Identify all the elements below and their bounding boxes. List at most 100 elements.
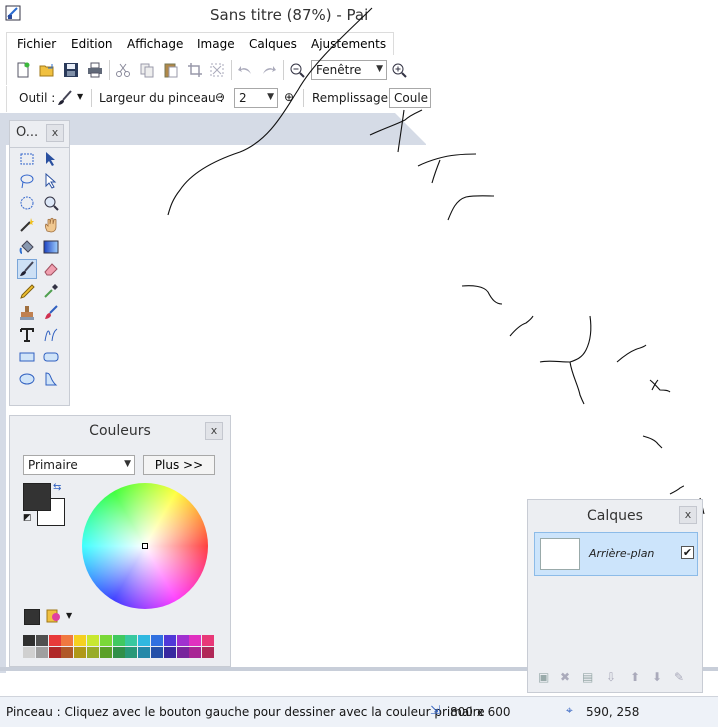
palette-swatch[interactable] <box>138 635 151 646</box>
recolor-icon[interactable] <box>41 303 61 323</box>
palette-menu-icon[interactable]: ▼ <box>66 611 72 620</box>
move-selected-icon[interactable] <box>41 171 61 191</box>
palette-swatch[interactable] <box>189 635 202 646</box>
palette-swatch[interactable] <box>151 647 163 658</box>
palette-swatch[interactable] <box>112 635 125 646</box>
pan-hand-icon[interactable] <box>41 215 61 235</box>
colors-close-button[interactable]: x <box>205 422 223 440</box>
brush-stroke <box>509 315 534 337</box>
palette-swatch[interactable] <box>35 635 48 646</box>
paint-bucket-icon[interactable] <box>17 237 37 257</box>
palette-swatch[interactable] <box>99 635 112 646</box>
cursor-position-icon: ⌖ <box>566 703 573 717</box>
layer-thumbnail <box>540 538 580 570</box>
cursor-position: 590, 258 <box>586 705 640 719</box>
palette-swatch[interactable] <box>35 647 48 658</box>
palette-swatch[interactable] <box>112 647 125 658</box>
brush-stroke <box>616 344 647 363</box>
layer-item[interactable]: Arrière-plan ✔ <box>534 532 698 576</box>
pencil-icon[interactable] <box>17 281 37 301</box>
rounded-rectangle-icon[interactable] <box>41 347 61 367</box>
add-color-icon[interactable] <box>24 609 40 625</box>
lasso-select-icon[interactable] <box>17 171 37 191</box>
tools-close-button[interactable]: x <box>46 124 64 142</box>
palette-swatch[interactable] <box>138 647 151 658</box>
palette-swatch[interactable] <box>74 647 87 658</box>
color-mode-select[interactable]: Primaire ▼ <box>23 455 135 475</box>
palette-swatch[interactable] <box>61 647 74 658</box>
image-size-icon: ⇲ <box>430 703 441 717</box>
palette-swatch[interactable] <box>74 635 87 646</box>
brush-stroke <box>569 361 585 405</box>
color-wheel-cursor <box>142 543 148 549</box>
palette-swatch[interactable] <box>163 635 176 646</box>
brush-stroke <box>649 379 671 393</box>
line-curve-icon[interactable] <box>41 325 61 345</box>
rectangle-select-icon[interactable] <box>17 149 37 169</box>
duplicate-layer-icon[interactable]: ▤ <box>582 670 593 684</box>
palette-swatch[interactable] <box>151 635 163 646</box>
tools-panel: O... x <box>9 120 70 406</box>
palette-swatch[interactable] <box>176 635 189 646</box>
brush-stroke <box>651 379 659 391</box>
ellipse-select-icon[interactable] <box>17 193 37 213</box>
palette-swatch[interactable] <box>176 647 189 658</box>
move-selection-icon[interactable] <box>41 149 61 169</box>
palette-swatch[interactable] <box>23 635 35 646</box>
palette-swatch[interactable] <box>125 635 138 646</box>
palette-swatch[interactable] <box>125 647 138 658</box>
swap-colors-icon[interactable]: ⇆ <box>53 482 61 493</box>
layer-properties-icon[interactable]: ✎ <box>674 670 684 684</box>
layers-panel-title: Calques <box>587 508 643 524</box>
palette-icon[interactable] <box>46 608 62 624</box>
colors-panel-title: Couleurs <box>89 423 151 439</box>
magic-wand-icon[interactable] <box>17 215 37 235</box>
layers-close-button[interactable]: x <box>679 506 697 524</box>
ellipse-icon[interactable] <box>17 369 37 389</box>
colors-panel: Couleurs x Primaire ▼ Plus >> ⇆ ◩ ▼ <box>9 415 231 667</box>
brush-stroke <box>431 159 441 184</box>
clone-stamp-icon[interactable] <box>17 303 37 323</box>
palette-swatch[interactable] <box>48 635 61 646</box>
layer-name: Arrière-plan <box>589 547 655 560</box>
more-colors-button[interactable]: Plus >> <box>143 455 215 475</box>
image-size: 800 x 600 <box>450 705 511 719</box>
brush-stroke <box>669 485 685 495</box>
delete-layer-icon[interactable]: ✖ <box>560 670 570 684</box>
eraser-icon[interactable] <box>41 259 61 279</box>
palette-swatch[interactable] <box>87 635 99 646</box>
color-picker-icon[interactable] <box>41 281 61 301</box>
palette-swatch[interactable] <box>61 635 74 646</box>
palette-swatch[interactable] <box>202 635 215 646</box>
merge-layer-down-icon[interactable]: ⇩ <box>606 670 616 684</box>
move-layer-down-icon[interactable]: ⬇ <box>652 670 662 684</box>
freeform-shape-icon[interactable] <box>41 369 61 389</box>
brush-stroke <box>447 195 495 221</box>
rectangle-icon[interactable] <box>17 347 37 367</box>
text-icon[interactable] <box>17 325 37 345</box>
zoom-icon[interactable] <box>41 193 61 213</box>
palette-swatch[interactable] <box>163 647 176 658</box>
brush-stroke <box>417 153 477 167</box>
color-palette <box>23 635 215 661</box>
brush-stroke <box>167 7 373 216</box>
palette-swatch[interactable] <box>48 647 61 658</box>
paintbrush-tool-icon[interactable] <box>17 259 37 279</box>
brush-stroke <box>539 315 592 363</box>
reset-colors-icon[interactable]: ◩ <box>23 513 32 523</box>
palette-swatch[interactable] <box>202 647 215 658</box>
chevron-down-icon: ▼ <box>124 459 131 469</box>
color-wheel[interactable] <box>82 483 208 609</box>
layers-toolbar: ▣ ✖ ▤ ⇩ ⬆ ⬇ ✎ <box>538 670 698 686</box>
palette-swatch[interactable] <box>99 647 112 658</box>
brush-stroke <box>642 435 663 449</box>
brush-stroke <box>461 285 503 305</box>
palette-swatch[interactable] <box>87 647 99 658</box>
gradient-icon[interactable] <box>41 237 61 257</box>
add-layer-icon[interactable]: ▣ <box>538 670 549 684</box>
primary-color-swatch[interactable] <box>23 483 51 511</box>
move-layer-up-icon[interactable]: ⬆ <box>630 670 640 684</box>
layer-visibility-checkbox[interactable]: ✔ <box>681 546 694 559</box>
palette-swatch[interactable] <box>189 647 202 658</box>
palette-swatch[interactable] <box>23 647 35 658</box>
